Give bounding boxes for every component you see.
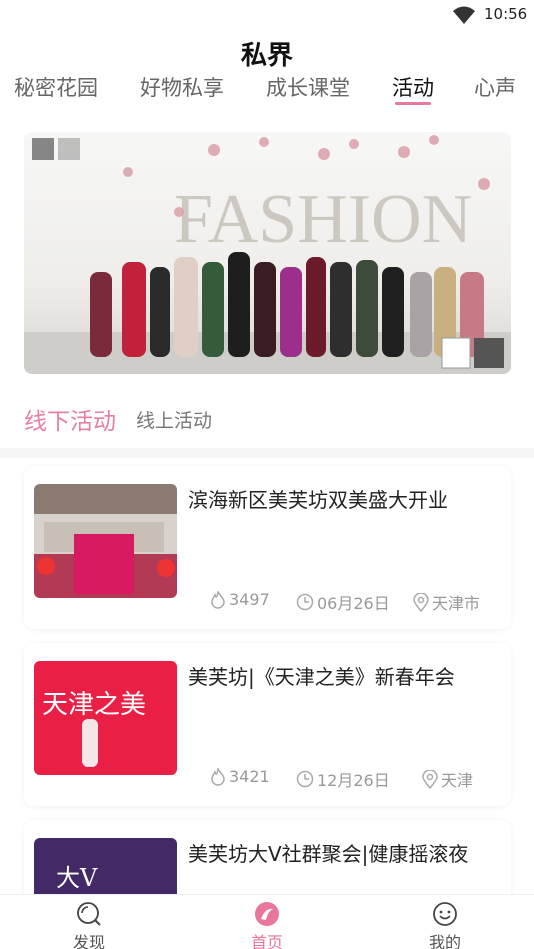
activity-title: 美芙坊|《天津之美》新春年会	[188, 665, 455, 689]
activity-card[interactable]: 天津之美 美芙坊|《天津之美》新春年会 3421 12月26日 天津	[24, 643, 511, 806]
wifi-icon	[453, 6, 475, 24]
nav-home[interactable]: 首页	[227, 901, 307, 949]
tab-label: 活动	[392, 76, 434, 100]
location: 天津	[422, 767, 473, 791]
activity-meta: 3421 12月26日 天津	[188, 767, 508, 791]
activity-location: 天津市	[432, 594, 481, 613]
tab-online-activities[interactable]: 线上活动	[136, 406, 212, 433]
tab-growth-class[interactable]: 成长课堂	[266, 72, 350, 102]
nav-label: 发现	[72, 933, 105, 949]
flame-icon	[211, 767, 225, 786]
tab-label: 心声	[474, 76, 516, 100]
clock-icon	[296, 593, 314, 611]
tab-activities[interactable]: 活动	[392, 72, 434, 105]
location-pin-icon	[422, 769, 438, 789]
active-tab-indicator	[395, 102, 431, 105]
tab-good-things[interactable]: 好物私享	[140, 72, 224, 102]
tab-label: 成长课堂	[266, 76, 350, 100]
nav-discover[interactable]: 发现	[49, 901, 129, 949]
smiley-icon	[433, 902, 457, 926]
svg-text:FASHION: FASHION	[174, 181, 472, 258]
banner-image[interactable]: FASHION	[24, 132, 511, 374]
status-bar: 10:56	[0, 0, 534, 30]
page-title: 私界	[240, 41, 293, 71]
nav-label: 首页	[250, 933, 283, 949]
activity-thumbnail	[34, 484, 177, 598]
activity-title: 美芙坊大V社群聚会|健康摇滚夜	[188, 842, 469, 866]
view-count: 3497	[229, 590, 270, 609]
bottom-nav: 发现 首页 我的	[0, 894, 534, 949]
tab-offline-activities[interactable]: 线下活动	[24, 402, 116, 436]
svg-text:天津之美: 天津之美	[42, 690, 146, 720]
home-icon	[255, 902, 279, 926]
date: 12月26日	[296, 767, 390, 791]
svg-text:大V: 大V	[56, 864, 98, 892]
activity-date: 06月26日	[317, 594, 390, 613]
nav-label: 我的	[428, 933, 461, 949]
activity-card[interactable]: 滨海新区美芙坊双美盛大开业 3497 06月26日 天津市	[24, 466, 511, 629]
tab-voices[interactable]: 心声	[474, 72, 516, 102]
view-count: 3421	[229, 767, 270, 786]
activity-date: 12月26日	[317, 771, 390, 790]
views: 3497	[210, 590, 270, 609]
location-pin-icon	[413, 592, 429, 612]
tab-label: 好物私享	[140, 76, 224, 100]
activity-thumbnail: 天津之美	[34, 661, 177, 775]
location: 天津市	[413, 590, 480, 614]
views: 3421	[210, 767, 270, 786]
status-time: 10:56	[484, 5, 528, 23]
section-divider	[0, 448, 534, 458]
nav-mine[interactable]: 我的	[405, 901, 485, 949]
flame-icon	[211, 590, 225, 609]
activity-meta: 3497 06月26日 天津市	[188, 590, 508, 614]
banner-photo: FASHION	[24, 135, 511, 374]
clock-icon	[296, 770, 314, 788]
activity-title: 滨海新区美芙坊双美盛大开业	[188, 488, 448, 512]
activity-location: 天津	[441, 771, 474, 790]
discover-icon	[77, 902, 101, 926]
tab-secret-garden[interactable]: 秘密花园	[14, 72, 98, 102]
category-tabs: 秘密花园 好物私享 成长课堂 活动 心声	[0, 72, 534, 112]
tab-label: 秘密花园	[14, 76, 98, 100]
date: 06月26日	[296, 590, 390, 614]
